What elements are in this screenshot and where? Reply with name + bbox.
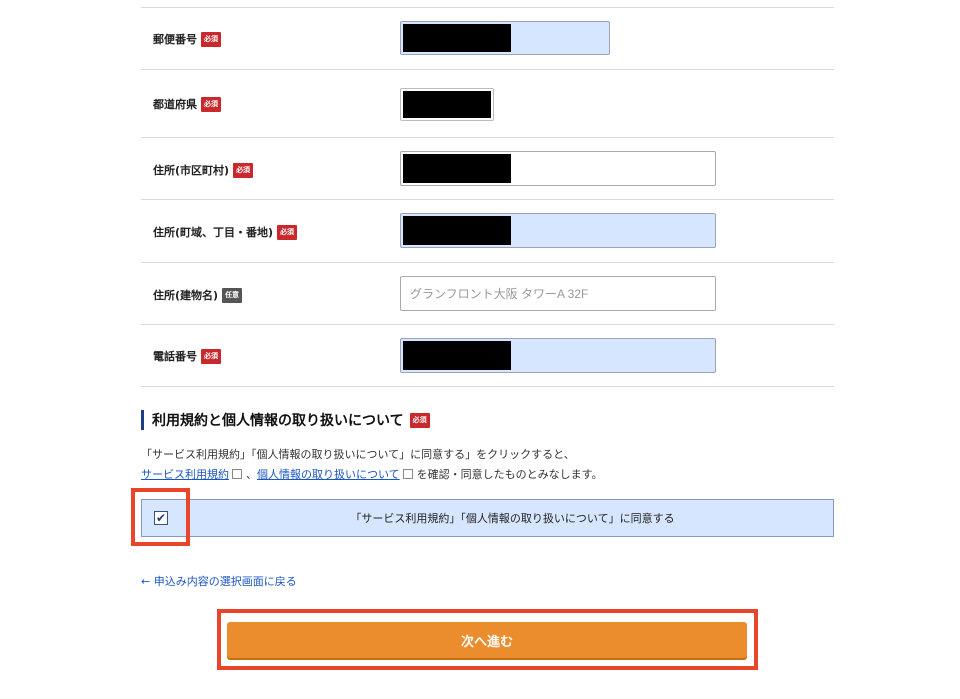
- row-divider: [141, 262, 834, 263]
- building-label: 住所(建物名) 任意: [153, 287, 243, 303]
- required-badge: 必須: [201, 96, 221, 112]
- service-terms-link[interactable]: サービス利用規約: [141, 468, 229, 481]
- required-badge: 必須: [277, 224, 298, 240]
- postal-code-input[interactable]: [400, 21, 610, 55]
- row-divider: [141, 324, 834, 325]
- optional-badge: 任意: [222, 287, 243, 303]
- city-input[interactable]: [400, 151, 716, 186]
- row-divider: [141, 7, 834, 8]
- terms-note-line2: サービス利用規約 、個人情報の取り扱いについて を確認・同意したものとみなします。: [141, 466, 603, 482]
- row-divider: [141, 137, 834, 138]
- redaction-mask: [403, 216, 511, 245]
- street-input[interactable]: [400, 213, 716, 248]
- terms-section-title: 利用規約と個人情報の取り扱いについて 必須: [141, 410, 430, 430]
- building-label-text: 住所(建物名): [153, 289, 219, 302]
- redaction-mask: [403, 91, 491, 118]
- street-label-text: 住所(町域、丁目・番地): [153, 226, 274, 239]
- next-button[interactable]: 次へ進む: [227, 622, 747, 658]
- consent-label: 「サービス利用規約」「個人情報の取り扱いについて」に同意する: [350, 512, 675, 525]
- back-to-selection-link[interactable]: ← 申込み内容の選択画面に戻る: [141, 573, 297, 589]
- postal-code-label-text: 郵便番号: [153, 33, 197, 46]
- street-label: 住所(町域、丁目・番地) 必須: [153, 224, 298, 240]
- building-input[interactable]: グランフロント大阪 タワーA 32F: [400, 276, 716, 311]
- prefecture-label-text: 都道府県: [153, 98, 197, 111]
- redaction-mask: [403, 24, 511, 52]
- building-placeholder: グランフロント大阪 タワーA 32F: [410, 287, 589, 301]
- prefecture-select[interactable]: [400, 88, 494, 121]
- terms-separator: 、: [246, 468, 257, 481]
- checkbox-highlight-annotation: [131, 488, 190, 546]
- city-label: 住所(市区町村) 必須: [153, 162, 254, 178]
- row-divider: [141, 386, 834, 387]
- required-badge: 必須: [233, 162, 254, 178]
- terms-note-line1: 「サービス利用規約」「個人情報の取り扱いについて」に同意する」をクリックすると、: [141, 448, 575, 461]
- prefecture-label: 都道府県 必須: [153, 96, 221, 112]
- redaction-mask: [403, 154, 511, 183]
- redaction-mask: [403, 341, 511, 370]
- external-link-icon: [402, 469, 413, 479]
- phone-label: 電話番号 必須: [153, 348, 221, 364]
- privacy-policy-link[interactable]: 個人情報の取り扱いについて: [257, 468, 400, 481]
- external-link-icon: [232, 469, 242, 479]
- required-badge: 必須: [201, 348, 221, 364]
- row-divider: [141, 199, 834, 200]
- row-divider: [141, 69, 834, 70]
- city-label-text: 住所(市区町村): [153, 164, 230, 177]
- consent-checkbox-row[interactable]: ✔ 「サービス利用規約」「個人情報の取り扱いについて」に同意する: [141, 499, 834, 537]
- phone-label-text: 電話番号: [153, 350, 197, 363]
- required-badge: 必須: [409, 412, 430, 428]
- terms-note-suffix: を確認・同意したものとみなします。: [416, 468, 603, 481]
- phone-input[interactable]: [400, 338, 716, 373]
- required-badge: 必須: [201, 31, 221, 47]
- terms-title-text: 利用規約と個人情報の取り扱いについて: [152, 413, 404, 429]
- postal-code-label: 郵便番号 必須: [153, 31, 221, 47]
